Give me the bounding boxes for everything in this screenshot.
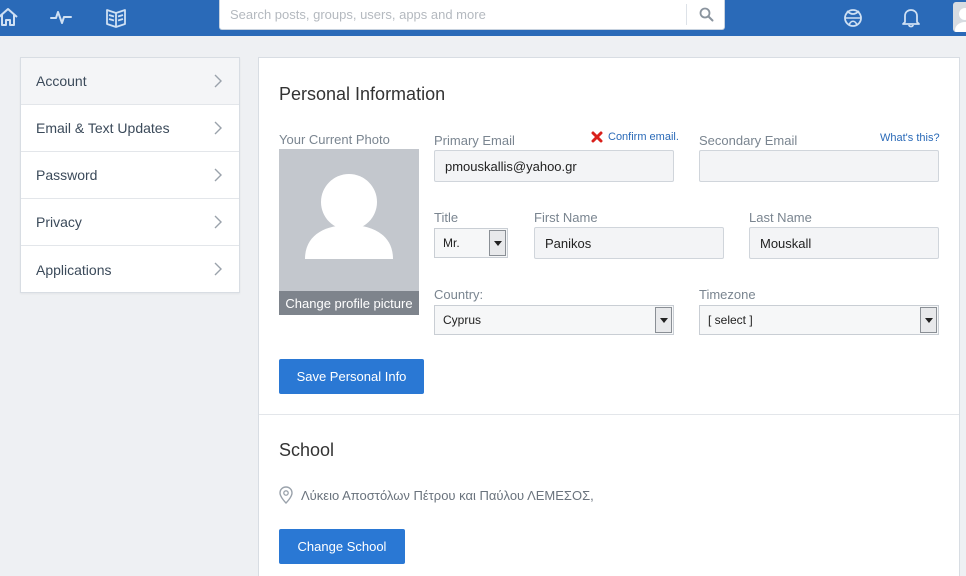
primary-email-label: Primary Email: [434, 133, 515, 148]
title-select[interactable]: Mr.: [434, 228, 508, 258]
account-settings-panel: Personal Information Your Current Photo …: [258, 57, 960, 576]
timezone-select[interactable]: [ select ]: [699, 305, 939, 335]
primary-email-field[interactable]: [434, 150, 674, 182]
secondary-email-field[interactable]: [699, 150, 939, 182]
first-name-field[interactable]: [534, 227, 724, 259]
chevron-right-icon: [214, 168, 222, 182]
school-info: Λύκειο Αποστόλων Πέτρου και Παύλου ΛΕΜΕΣ…: [279, 486, 594, 504]
close-icon: [591, 131, 603, 143]
title-label: Title: [434, 210, 459, 225]
chevron-down-icon: [655, 307, 672, 333]
search-button[interactable]: [687, 0, 725, 29]
library-icon[interactable]: [104, 6, 128, 28]
current-photo-label: Your Current Photo: [279, 132, 390, 147]
personal-info-title: Personal Information: [279, 84, 446, 104]
chevron-right-icon: [214, 215, 222, 229]
first-name-label: First Name: [534, 210, 598, 225]
search-input[interactable]: [220, 0, 686, 29]
sidebar-item-account[interactable]: Account: [21, 58, 239, 105]
sidebar-item-email-text-updates[interactable]: Email & Text Updates: [21, 105, 239, 152]
activity-icon[interactable]: [49, 6, 73, 28]
top-navigation-bar: [0, 0, 966, 36]
sidebar-item-label: Account: [36, 73, 87, 89]
sidebar-item-privacy[interactable]: Privacy: [21, 199, 239, 246]
country-select[interactable]: Cyprus: [434, 305, 674, 335]
sidebar-item-password[interactable]: Password: [21, 152, 239, 199]
section-divider: [259, 414, 959, 415]
whats-this-link[interactable]: What's this?: [880, 132, 940, 144]
sidebar-item-label: Password: [36, 167, 98, 183]
chevron-right-icon: [214, 74, 222, 88]
search-icon: [699, 7, 713, 22]
school-name: Λύκειο Αποστόλων Πέτρου και Παύλου ΛΕΜΕΣ…: [301, 487, 594, 503]
chevron-down-icon: [920, 307, 937, 333]
title-select-value: Mr.: [443, 236, 460, 250]
change-school-button[interactable]: Change School: [279, 529, 405, 564]
home-icon[interactable]: [0, 6, 20, 28]
country-select-value: Cyprus: [443, 313, 482, 327]
sidebar-item-label: Email & Text Updates: [36, 120, 170, 136]
country-label: Country:: [434, 287, 484, 302]
user-silhouette-icon: [305, 174, 393, 259]
confirm-email-text: Confirm email.: [608, 131, 679, 143]
change-profile-picture-button[interactable]: Change profile picture: [279, 291, 419, 315]
last-name-label: Last Name: [749, 210, 812, 225]
timezone-select-value: [ select ]: [708, 313, 753, 327]
last-name-field[interactable]: [749, 227, 939, 259]
school-title: School: [279, 440, 335, 460]
sidebar-item-applications[interactable]: Applications: [21, 246, 239, 293]
confirm-email-link[interactable]: Confirm email.: [591, 131, 679, 143]
bell-icon[interactable]: [899, 6, 923, 28]
timezone-label: Timezone: [699, 287, 756, 302]
map-pin-icon: [279, 486, 293, 504]
search-bar: [219, 0, 725, 30]
save-personal-info-button[interactable]: Save Personal Info: [279, 359, 424, 394]
chevron-right-icon: [214, 121, 222, 135]
secondary-email-label: Secondary Email: [699, 133, 798, 148]
user-avatar[interactable]: [953, 2, 966, 32]
profile-photo[interactable]: Change profile picture: [279, 149, 419, 315]
sidebar-item-label: Applications: [36, 261, 112, 278]
sidebar-item-label: Privacy: [36, 214, 82, 230]
settings-sidebar: Account Email & Text Updates Password Pr…: [20, 57, 240, 293]
chevron-down-icon: [489, 230, 506, 256]
sphere-icon[interactable]: [841, 6, 865, 28]
chevron-right-icon: [214, 262, 222, 276]
